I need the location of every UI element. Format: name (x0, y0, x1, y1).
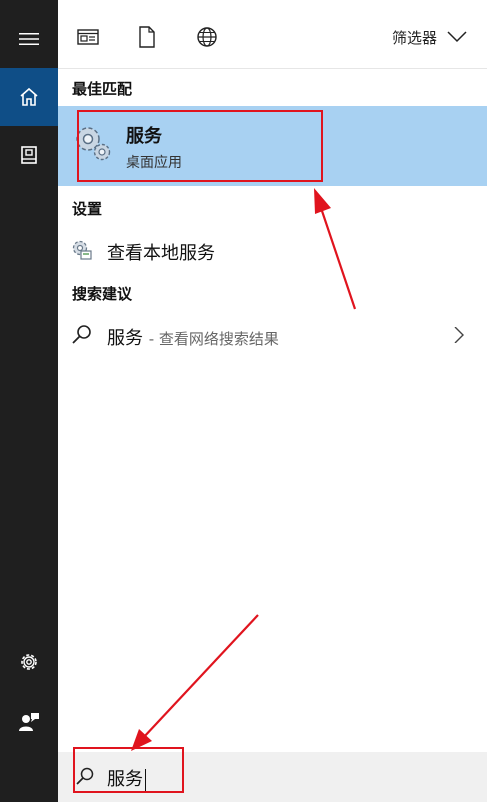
home-icon (20, 87, 38, 106)
user-feedback-icon (19, 713, 39, 731)
services-settings-icon (72, 240, 92, 260)
globe-icon (197, 27, 217, 47)
settings-result[interactable]: 查看本地服务 (58, 230, 487, 270)
web-filter-button[interactable] (194, 24, 220, 50)
notebook-button[interactable] (0, 126, 58, 184)
hamburger-icon (19, 33, 39, 45)
settings-heading: 设置 (72, 200, 103, 218)
gear-icon (21, 654, 37, 670)
suggestion-text: 服务 - 查看网络搜索结果 (107, 324, 279, 350)
chevron-right-icon[interactable] (451, 327, 467, 343)
document-icon (139, 26, 155, 48)
feedback-button[interactable] (0, 693, 58, 751)
settings-item-label: 查看本地服务 (107, 243, 215, 264)
annotation-box-search (73, 747, 184, 793)
start-sidebar (0, 0, 58, 802)
search-icon (72, 325, 91, 344)
home-button[interactable] (0, 68, 58, 126)
chevron-down-icon (447, 31, 467, 43)
filter-label: 筛选器 (391, 28, 437, 47)
search-toolbar: 筛选器 (58, 0, 487, 69)
web-suggestion[interactable]: 服务 - 查看网络搜索结果 (58, 315, 487, 355)
app-window-icon (77, 29, 99, 45)
suggestion-query: 服务 (107, 328, 143, 349)
suggestion-suffix: - 查看网络搜索结果 (148, 330, 279, 348)
best-match-heading: 最佳匹配 (72, 80, 133, 98)
notebook-icon (21, 146, 37, 164)
documents-filter-button[interactable] (134, 24, 160, 50)
apps-filter-button[interactable] (75, 24, 101, 50)
search-suggestions-heading: 搜索建议 (72, 285, 133, 303)
filter-dropdown[interactable]: 筛选器 (392, 24, 467, 50)
settings-button[interactable] (0, 633, 58, 691)
annotation-box-result (77, 110, 323, 182)
menu-button[interactable] (0, 10, 58, 68)
